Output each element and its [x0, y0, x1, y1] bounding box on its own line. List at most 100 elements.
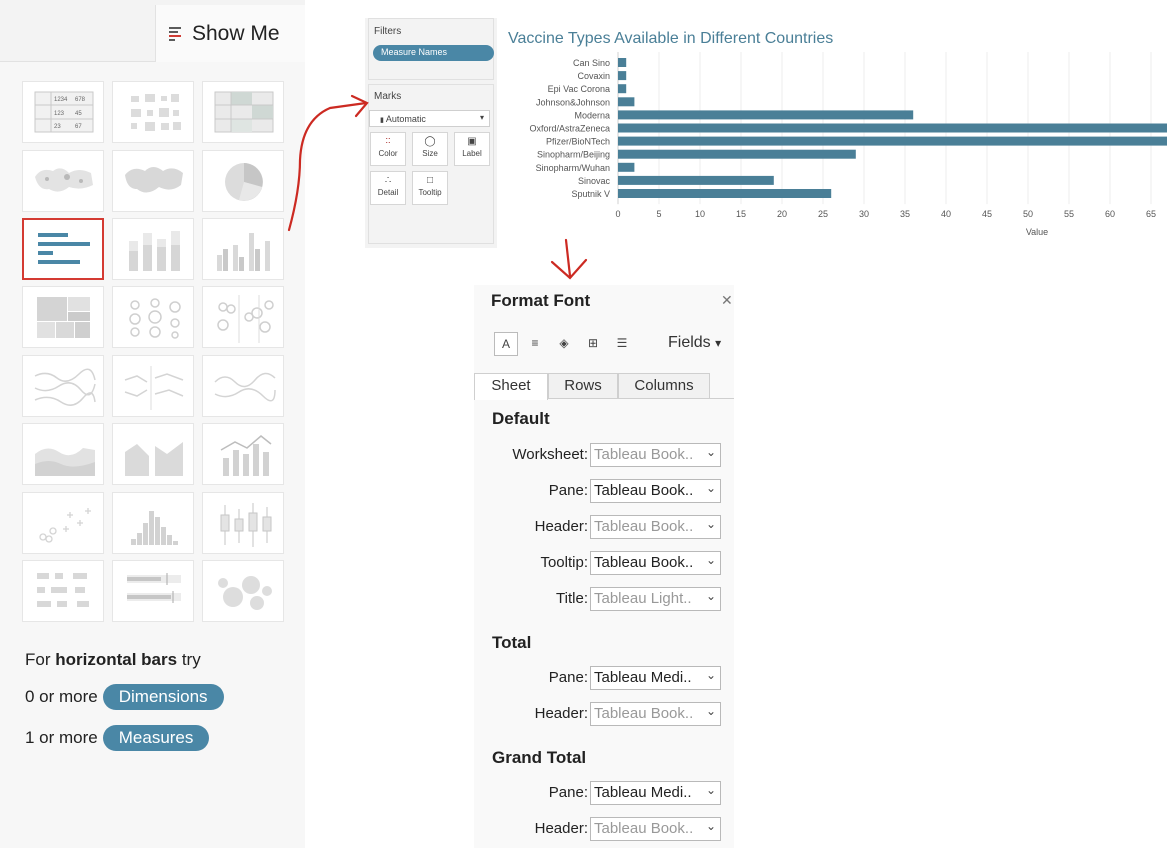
- chart-type-horizontal-bars[interactable]: [22, 218, 104, 280]
- tick-label: 30: [859, 209, 869, 219]
- font-select[interactable]: Tableau Book.. ⌄: [590, 443, 721, 467]
- font-select[interactable]: Tableau Book.. ⌄: [590, 551, 721, 575]
- chart-type-area-continuous[interactable]: [22, 423, 104, 485]
- tick-label: 10: [695, 209, 705, 219]
- chevron-down-icon: ⌄: [705, 819, 716, 833]
- chart-type-histogram[interactable]: [112, 492, 194, 554]
- marks-label-button[interactable]: ▣ Label: [454, 132, 490, 166]
- chart-type-area-discrete[interactable]: [112, 423, 194, 485]
- font-row-worksheet: Worksheet: Tableau Book.. ⌄: [474, 443, 734, 467]
- row-label: Pane:: [548, 669, 588, 686]
- chart-type-text-table[interactable]: 1234 678 123 45 23 67: [22, 81, 104, 143]
- chart-type-stacked-bars[interactable]: [112, 218, 194, 280]
- chart-type-circle-views[interactable]: [112, 286, 194, 348]
- chart-type-treemap[interactable]: [22, 286, 104, 348]
- tick-label: 5: [656, 209, 661, 219]
- format-font-title: Format Font: [491, 291, 591, 310]
- row-label: Pane:: [548, 784, 588, 801]
- arrow-to-format-font: [564, 238, 572, 278]
- chart-type-heat-map[interactable]: [112, 81, 194, 143]
- measures-count: 1 or more: [25, 728, 98, 747]
- bar: [618, 189, 832, 198]
- dual-lines-icon: [214, 372, 276, 402]
- show-me-tab[interactable]: Show Me: [155, 5, 305, 62]
- measures-requirement: 1 or more Measures: [25, 725, 210, 751]
- marks-tooltip-label: Tooltip: [418, 188, 442, 197]
- packed-bubbles-icon: [218, 576, 272, 610]
- lines-icon[interactable]: ☰: [610, 332, 634, 356]
- tab-columns[interactable]: Columns: [618, 373, 710, 399]
- font-select[interactable]: Tableau Book.. ⌄: [590, 515, 721, 539]
- caret-down-icon: ▾: [715, 336, 722, 350]
- row-label: Tooltip:: [540, 554, 588, 571]
- chart-type-packed-bubbles[interactable]: [202, 560, 284, 622]
- bar: [618, 149, 856, 159]
- bar-mark-icon: ▮: [380, 117, 384, 124]
- filter-pill-measure-names[interactable]: Measure Names: [373, 45, 494, 61]
- chart-type-bullet-graph[interactable]: [112, 560, 194, 622]
- highlight-table-icon: [214, 91, 274, 133]
- side-by-side-circles-icon: [217, 295, 274, 343]
- chart-type-discrete-lines[interactable]: [112, 355, 194, 417]
- bar: [618, 136, 1167, 146]
- category-label: Moderna: [574, 110, 610, 120]
- category-label: Covaxin: [577, 71, 610, 81]
- mark-type-value: Automatic: [385, 114, 426, 124]
- chart-type-side-by-side-circles[interactable]: [202, 286, 284, 348]
- tab-sheet[interactable]: Sheet: [474, 373, 548, 400]
- row-label: Header:: [534, 518, 588, 535]
- marks-detail-button[interactable]: ∴ Detail: [370, 171, 406, 205]
- font-value: Tableau Book..: [594, 705, 694, 722]
- tick-label: 15: [736, 209, 746, 219]
- tick-label: 20: [777, 209, 787, 219]
- chart-type-scatter-plot[interactable]: [22, 492, 104, 554]
- chart-type-dual-lines[interactable]: [202, 355, 284, 417]
- borders-icon[interactable]: ⊞: [581, 332, 605, 356]
- circle-views-icon: [129, 298, 181, 339]
- font-select[interactable]: Tableau Medi.. ⌄: [590, 781, 721, 805]
- bar: [618, 97, 635, 107]
- fields-dropdown[interactable]: Fields ▾: [668, 334, 721, 352]
- marks-color-button[interactable]: ∶∶ Color: [370, 132, 406, 166]
- row-label: Pane:: [548, 482, 588, 499]
- filled-map-icon: [125, 167, 183, 193]
- font-select[interactable]: Tableau Light.. ⌄: [590, 587, 721, 611]
- marks-size-button[interactable]: ◯ Size: [412, 132, 448, 166]
- format-font-panel: Format Font ✕ A ≡ ◈ ⊞ ☰ Fields ▾ Sheet R…: [474, 285, 734, 848]
- chart-type-pie[interactable]: [202, 150, 284, 212]
- bar: [618, 84, 627, 94]
- font-select[interactable]: Tableau Book.. ⌄: [590, 817, 721, 841]
- marks-label-label: Label: [462, 149, 482, 158]
- chart-type-gantt[interactable]: [22, 560, 104, 622]
- hint-chart-name: horizontal bars: [55, 650, 178, 669]
- row-label: Header:: [534, 705, 588, 722]
- mark-type-dropdown[interactable]: ▮ Automatic ▾: [369, 110, 490, 127]
- scatter-plot-icon: [39, 508, 91, 543]
- chart-type-side-by-side-bars[interactable]: [202, 218, 284, 280]
- chart-type-continuous-lines[interactable]: [22, 355, 104, 417]
- fields-label: Fields: [668, 334, 711, 351]
- font-row-pane: Pane: Tableau Book.. ⌄: [474, 479, 734, 503]
- chart-type-box-whisker[interactable]: [202, 492, 284, 554]
- font-select[interactable]: Tableau Book.. ⌄: [590, 479, 721, 503]
- treemap-icon: [37, 297, 90, 338]
- chart-type-dual-combination[interactable]: [202, 423, 284, 485]
- marks-tooltip-button[interactable]: □ Tooltip: [412, 171, 448, 205]
- bar: [618, 162, 635, 172]
- show-me-panel: Show Me 1234 678 123 45 23 67 For horizo…: [0, 0, 305, 848]
- alignment-icon[interactable]: ≡: [523, 332, 547, 356]
- show-me-icon: [169, 26, 181, 41]
- gantt-chart-icon: [37, 573, 89, 607]
- chart-type-highlight-table[interactable]: [202, 81, 284, 143]
- bar: [618, 175, 774, 185]
- font-select[interactable]: Tableau Medi.. ⌄: [590, 666, 721, 690]
- shading-icon[interactable]: ◈: [552, 332, 576, 356]
- size-icon: ◯: [424, 136, 436, 147]
- tab-rows[interactable]: Rows: [548, 373, 618, 399]
- chart-type-symbol-map[interactable]: [22, 150, 104, 212]
- category-label: Sinopharm/Wuhan: [536, 163, 610, 173]
- font-select[interactable]: Tableau Book.. ⌄: [590, 702, 721, 726]
- chart-type-filled-map[interactable]: [112, 150, 194, 212]
- font-icon[interactable]: A: [494, 332, 518, 356]
- close-icon[interactable]: ✕: [721, 292, 733, 309]
